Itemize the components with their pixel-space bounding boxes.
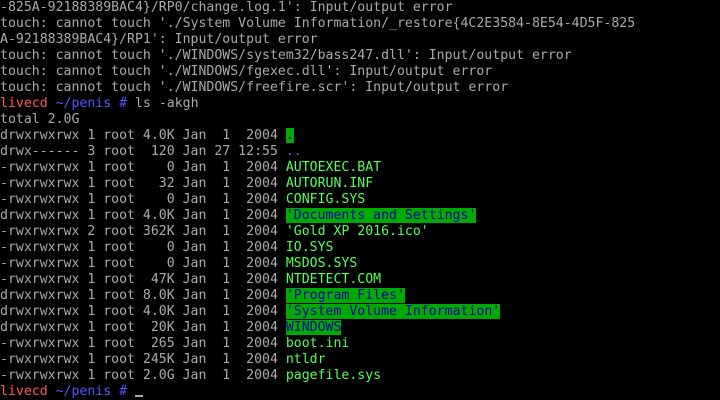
file-meta: drwx------ 3 root 120 Jan 27 12:55 — [0, 144, 286, 159]
file-meta: -rwxrwxrwx 1 root 2.0G Jan 1 2004 — [0, 368, 286, 383]
listing-row: -rwxrwxrwx 1 root 32 Jan 1 2004 AUTORUN.… — [0, 176, 373, 192]
file-name: 'Program Files' — [285, 288, 405, 303]
file-name: AUTOEXEC.BAT — [285, 160, 382, 175]
output-line: touch: cannot touch './System Volume Inf… — [0, 16, 636, 31]
file-name: CONFIG.SYS — [285, 192, 366, 207]
file-name: NTDETECT.COM — [285, 272, 382, 287]
listing-row: drwxrwxrwx 1 root 8.0K Jan 1 2004 'Progr… — [0, 288, 405, 304]
file-name: 'Gold XP 2016.ico' — [285, 224, 429, 239]
file-meta: drwxrwxrwx 1 root 20K Jan 1 2004 — [0, 320, 286, 335]
listing-row: -rwxrwxrwx 1 root 0 Jan 1 2004 MSDOS.SYS — [0, 256, 357, 272]
prompt-command: ls -akgh — [127, 96, 199, 111]
prompt-path: ~/penis — [47, 96, 112, 111]
file-name: . — [285, 128, 294, 143]
output-line: touch: cannot touch './WINDOWS/system32/… — [0, 48, 572, 63]
file-meta: drwxrwxrwx 1 root 4.0K Jan 1 2004 — [0, 208, 286, 223]
file-meta: -rwxrwxrwx 1 root 0 Jan 1 2004 — [0, 256, 286, 271]
listing-row: drwxrwxrwx 1 root 4.0K Jan 1 2004 'Syste… — [0, 304, 501, 320]
prompt-line: livecd ~/penis # ls -akgh — [0, 96, 199, 112]
listing-row: drwxrwxrwx 1 root 4.0K Jan 1 2004 'Docum… — [0, 208, 477, 224]
file-meta: -rwxrwxrwx 1 root 245K Jan 1 2004 — [0, 352, 286, 367]
file-meta: drwxrwxrwx 1 root 4.0K Jan 1 2004 — [0, 128, 286, 143]
listing-row: -rwxrwxrwx 1 root 47K Jan 1 2004 NTDETEC… — [0, 272, 381, 288]
prompt-symbol: # — [111, 96, 128, 111]
listing-row: -rwxrwxrwx 1 root 0 Jan 1 2004 AUTOEXEC.… — [0, 160, 381, 176]
listing-row: drwxrwxrwx 1 root 4.0K Jan 1 2004 . — [0, 128, 294, 144]
listing-row: -rwxrwxrwx 2 root 362K Jan 1 2004 'Gold … — [0, 224, 429, 240]
listing-row: -rwxrwxrwx 1 root 0 Jan 1 2004 CONFIG.SY… — [0, 192, 365, 208]
output-line: touch: cannot touch './WINDOWS/fgexec.dl… — [0, 64, 493, 79]
file-meta: -rwxrwxrwx 1 root 32 Jan 1 2004 — [0, 176, 286, 191]
file-meta: -rwxrwxrwx 1 root 47K Jan 1 2004 — [0, 272, 286, 287]
file-name: pagefile.sys — [285, 368, 382, 383]
prompt-line-current: livecd ~/penis # — [0, 384, 144, 400]
terminal-window[interactable]: -825A-92188389BAC4}/RP0/change.log.1': I… — [0, 0, 720, 400]
file-name: WINDOWS — [285, 320, 342, 335]
listing-row: -rwxrwxrwx 1 root 245K Jan 1 2004 ntldr — [0, 352, 326, 368]
listing-row: drwxrwxrwx 1 root 20K Jan 1 2004 WINDOWS — [0, 320, 342, 336]
total-line: total 2.0G — [0, 112, 80, 127]
prompt-path: ~/penis — [47, 384, 112, 399]
prompt-input[interactable] — [127, 384, 135, 399]
file-name: IO.SYS — [285, 240, 334, 255]
file-meta: -rwxrwxrwx 1 root 0 Jan 1 2004 — [0, 240, 286, 255]
cursor — [135, 395, 144, 397]
file-name: .. — [285, 144, 302, 159]
file-meta: -rwxrwxrwx 2 root 362K Jan 1 2004 — [0, 224, 286, 239]
output-line: A-92188389BAC4}/RP1': Input/output error — [0, 32, 318, 47]
file-meta: -rwxrwxrwx 1 root 265 Jan 1 2004 — [0, 336, 286, 351]
listing-row: -rwxrwxrwx 1 root 2.0G Jan 1 2004 pagefi… — [0, 368, 381, 384]
output-line: -825A-92188389BAC4}/RP0/change.log.1': I… — [0, 0, 453, 15]
listing-row: -rwxrwxrwx 1 root 265 Jan 1 2004 boot.in… — [0, 336, 349, 352]
file-name: 'System Volume Information' — [285, 304, 501, 319]
prompt-host: livecd — [0, 384, 48, 399]
prompt-host: livecd — [0, 96, 48, 111]
file-name: ntldr — [285, 352, 326, 367]
file-meta: drwxrwxrwx 1 root 8.0K Jan 1 2004 — [0, 288, 286, 303]
file-meta: -rwxrwxrwx 1 root 0 Jan 1 2004 — [0, 192, 286, 207]
file-name: boot.ini — [285, 336, 350, 351]
listing-row: -rwxrwxrwx 1 root 0 Jan 1 2004 IO.SYS — [0, 240, 333, 256]
file-name: 'Documents and Settings' — [285, 208, 477, 223]
file-name: MSDOS.SYS — [285, 256, 358, 271]
prompt-symbol: # — [111, 384, 128, 399]
file-meta: drwxrwxrwx 1 root 4.0K Jan 1 2004 — [0, 304, 286, 319]
output-line: touch: cannot touch './WINDOWS/freefire.… — [0, 80, 509, 95]
file-meta: -rwxrwxrwx 1 root 0 Jan 1 2004 — [0, 160, 286, 175]
file-name: AUTORUN.INF — [285, 176, 374, 191]
listing-row: drwx------ 3 root 120 Jan 27 12:55 .. — [0, 144, 302, 160]
